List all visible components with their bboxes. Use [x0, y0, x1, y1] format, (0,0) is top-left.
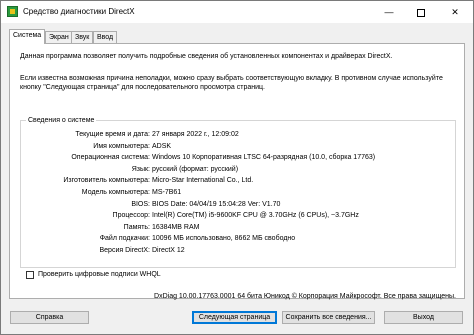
dxdiag-app-icon — [7, 6, 18, 17]
info-value: русский (формат: русский) — [152, 165, 239, 173]
tab-system[interactable]: Система — [9, 29, 46, 44]
info-row-os: Операционная система: Windows 10 Корпора… — [21, 153, 455, 165]
info-label: Файл подкачки: — [99, 235, 150, 243]
system-info-group-title: Сведения о системе — [26, 116, 97, 125]
info-value: Micro-Star International Co., Ltd. — [152, 177, 254, 185]
info-value: 27 января 2022 г., 12:09:02 — [152, 131, 239, 138]
info-label: Память: — [123, 223, 150, 231]
next-page-button[interactable]: Следующая страница — [192, 311, 277, 324]
info-label: Процессор: — [112, 212, 150, 220]
minimize-button[interactable]: — — [373, 1, 405, 23]
info-value: 16384MB RAM — [152, 223, 200, 231]
info-row-processor: Процессор: Intel(R) Core(TM) i5-9600KF C… — [21, 211, 455, 223]
title-bar[interactable]: Средство диагностики DirectX — ✕ — [1, 1, 473, 23]
tab-input[interactable]: Ввод — [93, 31, 118, 43]
info-row-bios: BIOS: BIOS Date: 04/04/19 15:04:28 Ver: … — [21, 200, 455, 212]
save-all-info-button[interactable]: Сохранить все сведения... — [282, 311, 375, 324]
info-label: Имя компьютера: — [93, 142, 150, 150]
system-info-group: Сведения о системе Текущие время и дата:… — [20, 116, 456, 268]
close-button[interactable]: ✕ — [439, 1, 471, 23]
system-info-rows: Текущие время и дата: 27 января 2022 г.,… — [21, 130, 455, 258]
help-button[interactable]: Справка — [10, 311, 89, 324]
copyright-text: DxDiag 10.00.17763.0001 64 бита Юникод ©… — [154, 293, 456, 300]
tab-display[interactable]: Экран — [45, 31, 73, 43]
info-value: BIOS Date: 04/04/19 15:04:28 Ver: V1.70 — [152, 200, 281, 208]
info-value: 10096 МБ использовано, 8662 МБ свободно — [152, 235, 296, 243]
info-label: Модель компьютера: — [81, 188, 150, 196]
info-row-datetime: Текущие время и дата: 27 января 2022 г.,… — [21, 130, 455, 142]
info-value: MS-7B61 — [152, 188, 182, 196]
window-title: Средство диагностики DirectX — [23, 7, 135, 16]
intro-text-2: Если известна возможная причина неполадк… — [20, 75, 443, 91]
whql-checkbox-label[interactable]: Проверить цифровые подписи WHQL — [38, 271, 161, 278]
system-tab-panel: Данная программа позволяет получить подр… — [9, 43, 465, 300]
tab-sound[interactable]: Звук — [71, 31, 94, 43]
info-row-pagefile: Файл подкачки: 10096 МБ использовано, 86… — [21, 234, 455, 246]
info-label: Язык: — [131, 165, 150, 173]
info-label: Изготовитель компьютера: — [63, 177, 150, 185]
dxdiag-window: Средство диагностики DirectX — ✕ Система… — [0, 0, 474, 335]
info-label: Текущие время и дата: — [75, 131, 150, 138]
info-row-computer-name: Имя компьютера: ADSK — [21, 142, 455, 154]
info-row-directx: Версия DirectX: DirectX 12 — [21, 246, 455, 258]
info-value: Intel(R) Core(TM) i5-9600KF CPU @ 3.70GH… — [152, 212, 359, 220]
info-row-model: Модель компьютера: MS-7B61 — [21, 188, 455, 200]
info-value: ADSK — [152, 142, 172, 150]
maximize-icon — [417, 8, 425, 17]
info-label: Версия DirectX: — [99, 246, 151, 254]
intro-text-1: Данная программа позволяет получить подр… — [20, 53, 393, 60]
info-label: BIOS: — [131, 200, 150, 208]
info-row-manufacturer: Изготовитель компьютера: Micro-Star Inte… — [21, 176, 455, 188]
maximize-button[interactable] — [405, 1, 437, 23]
exit-button[interactable]: Выход — [384, 311, 463, 324]
info-value: DirectX 12 — [152, 246, 185, 254]
whql-checkbox[interactable] — [26, 271, 34, 279]
info-row-memory: Память: 16384MB RAM — [21, 223, 455, 235]
info-row-language: Язык: русский (формат: русский) — [21, 165, 455, 177]
info-label: Операционная система: — [71, 154, 150, 162]
info-value: Windows 10 Корпоративная LTSC 64-разрядн… — [152, 154, 376, 162]
